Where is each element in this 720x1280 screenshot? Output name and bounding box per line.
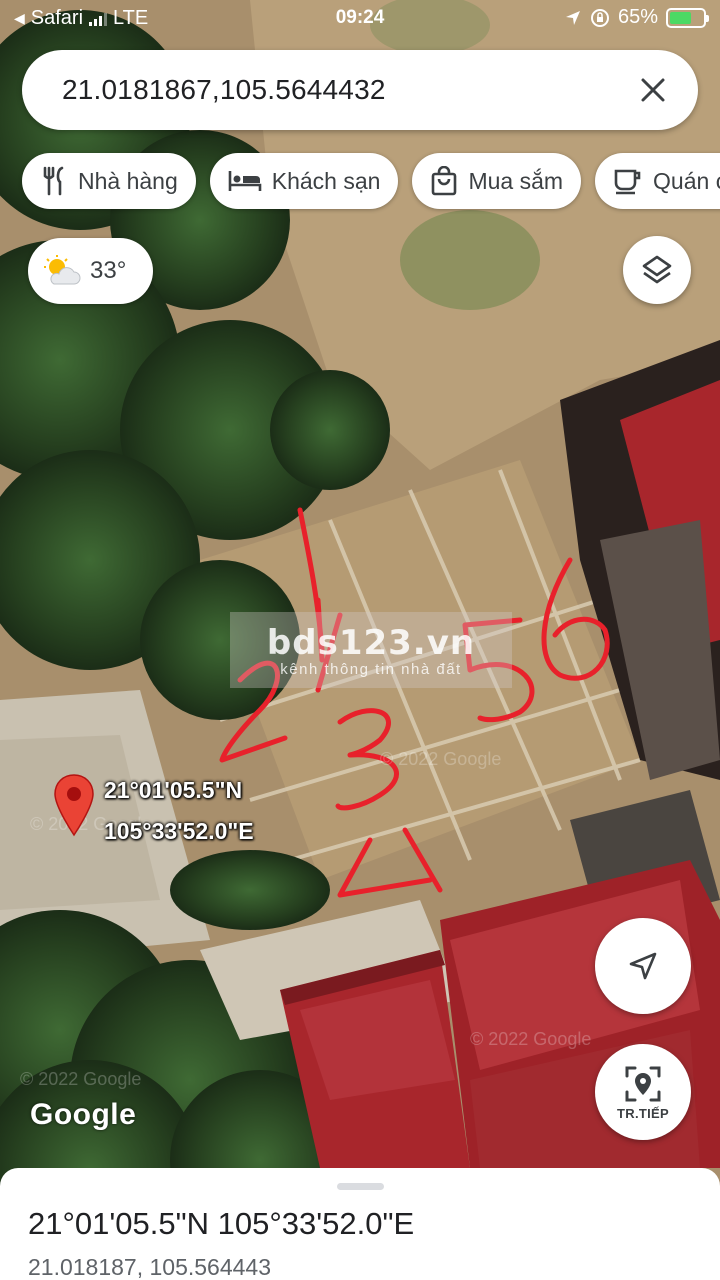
chip-label: Quán cà phê bbox=[653, 167, 720, 194]
sheet-drag-handle[interactable] bbox=[337, 1183, 384, 1190]
partly-cloudy-icon bbox=[44, 255, 81, 285]
search-bar[interactable]: 21.0181867,105.5644432 bbox=[22, 50, 698, 130]
chip-restaurants[interactable]: Nhà hàng bbox=[22, 153, 196, 209]
watermark-tagline: kênh thông tin nhà đất bbox=[280, 660, 462, 678]
street-view-button[interactable]: TR.TIẾP bbox=[595, 1044, 691, 1140]
search-input[interactable]: 21.0181867,105.5644432 bbox=[62, 74, 630, 106]
chip-label: Khách sạn bbox=[271, 167, 381, 194]
layers-icon bbox=[642, 255, 672, 284]
map-layers-button[interactable] bbox=[623, 236, 691, 304]
battery-percent: 65% bbox=[617, 6, 658, 28]
svg-text:© 2022 Google: © 2022 Google bbox=[380, 749, 501, 769]
location-pin-icon[interactable] bbox=[53, 773, 95, 837]
street-view-label: TR.TIẾP bbox=[617, 1105, 669, 1121]
category-chips-scroller[interactable]: Nhà hàng Khách sạn Mua sắm Quán cà phê bbox=[0, 150, 720, 214]
pin-longitude-label: 105°33'52.0"E bbox=[104, 818, 254, 844]
coffee-icon bbox=[614, 169, 641, 195]
place-bottom-sheet[interactable]: 21°01'05.5"N 105°33'52.0"E 21.018187, 10… bbox=[0, 1168, 720, 1280]
svg-text:© 2022 Google: © 2022 Google bbox=[470, 1029, 591, 1049]
chip-coffee[interactable]: Quán cà phê bbox=[595, 153, 720, 209]
bds123-watermark: bds123.vn kênh thông tin nhà đất bbox=[230, 612, 512, 688]
street-view-icon bbox=[625, 1066, 661, 1101]
weather-temperature: 33° bbox=[90, 257, 127, 284]
weather-pill[interactable]: 33° bbox=[28, 238, 153, 304]
battery-icon bbox=[666, 7, 709, 28]
chip-hotels[interactable]: Khách sạn bbox=[209, 153, 399, 209]
close-icon bbox=[641, 78, 665, 102]
location-arrow-icon bbox=[565, 10, 580, 25]
clear-search-button[interactable] bbox=[630, 67, 676, 113]
restaurant-icon bbox=[43, 166, 64, 196]
chip-label: Mua sắm bbox=[468, 167, 564, 194]
place-coordinates: 21.018187, 105.564443 bbox=[28, 1254, 272, 1280]
svg-text:© 2022 Google: © 2022 Google bbox=[20, 1069, 141, 1089]
pin-latitude-label: 21°01'05.5"N bbox=[104, 777, 243, 803]
status-right: 65% bbox=[564, 6, 709, 29]
rotation-lock-icon bbox=[590, 8, 609, 27]
category-chips: Nhà hàng Khách sạn Mua sắm Quán cà phê bbox=[22, 153, 720, 209]
navigation-arrow-icon bbox=[629, 952, 657, 980]
google-logo: Google bbox=[30, 1098, 137, 1131]
chip-label: Nhà hàng bbox=[78, 167, 178, 194]
shopping-bag-icon bbox=[432, 166, 457, 196]
chip-shopping[interactable]: Mua sắm bbox=[412, 153, 582, 209]
my-location-button[interactable] bbox=[595, 918, 691, 1014]
status-bar: ◀ Safari LTE 09:24 65% bbox=[0, 0, 720, 38]
place-title: 21°01'05.5"N 105°33'52.0"E bbox=[28, 1206, 415, 1241]
hotel-icon bbox=[228, 171, 262, 191]
watermark-brand: bds123.vn bbox=[266, 622, 476, 663]
